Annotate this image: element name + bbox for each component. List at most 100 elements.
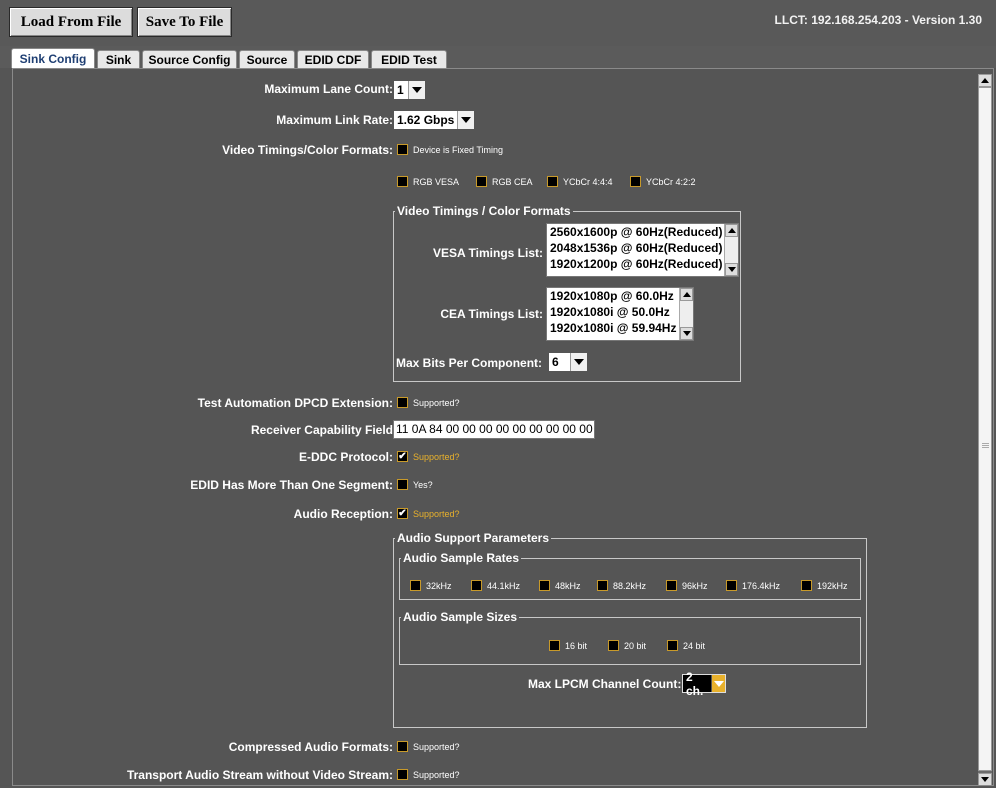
ycbcr-422-label: YCbCr 4:2:2 bbox=[646, 177, 696, 187]
rate-88khz-checkbox[interactable] bbox=[597, 580, 608, 591]
load-from-file-button[interactable]: Load From File bbox=[9, 7, 133, 37]
size-20bit-label: 20 bit bbox=[624, 641, 647, 651]
rate-96khz-label: 96kHz bbox=[682, 581, 708, 591]
audio-reception-checkbox[interactable]: ✔ bbox=[397, 508, 408, 519]
max-lane-count-label: Maximum Lane Count: bbox=[264, 82, 393, 96]
video-timings-group-legend: Video Timings / Color Formats bbox=[395, 204, 573, 218]
tab-sink[interactable]: Sink bbox=[97, 50, 140, 68]
compressed-audio-option: Supported? bbox=[413, 742, 460, 752]
rate-88khz-label: 88.2kHz bbox=[613, 581, 647, 591]
max-lane-count-value: 1 bbox=[397, 83, 404, 97]
cea-timings-list[interactable]: 1920x1080p @ 60.0Hz 1920x1080i @ 50.0Hz … bbox=[546, 287, 694, 341]
lpcm-channel-select[interactable]: 2 ch. bbox=[682, 670, 726, 698]
toolbar: Load From File Save To File LLCT: 192.16… bbox=[0, 0, 996, 46]
eddc-protocol-checkbox[interactable]: ✔ bbox=[397, 451, 408, 462]
eddc-protocol-option: Supported? bbox=[413, 452, 460, 462]
ycbcr-444-label: YCbCr 4:4:4 bbox=[563, 177, 613, 187]
scrollbar-thumb[interactable] bbox=[978, 87, 992, 771]
transport-audio-option: Supported? bbox=[413, 770, 460, 780]
rgb-cea-checkbox[interactable] bbox=[476, 176, 487, 187]
rate-32khz-checkbox[interactable] bbox=[410, 580, 421, 591]
rate-192khz-label: 192kHz bbox=[817, 581, 848, 591]
edid-segments-checkbox[interactable] bbox=[397, 479, 408, 490]
chevron-down-icon bbox=[408, 81, 425, 99]
audio-reception-option: Supported? bbox=[413, 509, 460, 519]
size-24bit-label: 24 bit bbox=[683, 641, 706, 651]
fixed-timing-checkbox[interactable] bbox=[397, 144, 408, 155]
test-automation-checkbox[interactable] bbox=[397, 397, 408, 408]
rate-32khz-label: 32kHz bbox=[426, 581, 452, 591]
tab-source[interactable]: Source bbox=[239, 50, 295, 68]
rgb-vesa-checkbox[interactable] bbox=[397, 176, 408, 187]
audio-support-legend: Audio Support Parameters bbox=[395, 531, 552, 545]
receiver-capability-field[interactable]: 11 0A 84 00 00 00 00 00 00 00 00 00 00 bbox=[393, 420, 595, 439]
test-automation-label: Test Automation DPCD Extension: bbox=[197, 396, 393, 410]
audio-sample-sizes-legend: Audio Sample Sizes bbox=[401, 610, 520, 624]
rate-48khz-checkbox[interactable] bbox=[539, 580, 550, 591]
chevron-down-icon bbox=[570, 353, 587, 371]
tab-edid-test[interactable]: EDID Test bbox=[371, 50, 447, 68]
scroll-down-icon[interactable] bbox=[725, 263, 738, 276]
sink-config-panel: Maximum Lane Count: 1 Maximum Link Rate:… bbox=[12, 68, 994, 786]
size-24bit-checkbox[interactable] bbox=[667, 640, 678, 651]
tab-edid-cdf[interactable]: EDID CDF bbox=[297, 50, 369, 68]
tab-sink-config[interactable]: Sink Config bbox=[11, 48, 95, 68]
scroll-up-icon[interactable] bbox=[680, 288, 693, 301]
rate-44khz-checkbox[interactable] bbox=[471, 580, 482, 591]
size-16bit-label: 16 bit bbox=[565, 641, 588, 651]
max-bits-select[interactable]: 6 bbox=[548, 352, 588, 372]
scrollbar[interactable] bbox=[679, 288, 693, 340]
scroll-up-icon[interactable] bbox=[978, 74, 992, 87]
tab-bar: Sink Config Sink Source Config Source ED… bbox=[0, 46, 996, 68]
max-link-rate-label: Maximum Link Rate: bbox=[276, 113, 393, 127]
transport-audio-label: Transport Audio Stream without Video Str… bbox=[126, 768, 393, 782]
edid-segments-label: EDID Has More Than One Segment: bbox=[190, 478, 393, 492]
save-to-file-button[interactable]: Save To File bbox=[137, 7, 232, 37]
list-item[interactable]: 1920x1080p @ 60.0Hz bbox=[547, 288, 693, 304]
max-link-rate-select[interactable]: 1.62 Gbps bbox=[393, 110, 475, 130]
scroll-down-icon[interactable] bbox=[978, 773, 992, 785]
rate-48khz-label: 48kHz bbox=[555, 581, 581, 591]
rate-96khz-checkbox[interactable] bbox=[666, 580, 677, 591]
rate-176khz-checkbox[interactable] bbox=[726, 580, 737, 591]
transport-audio-checkbox[interactable] bbox=[397, 769, 408, 780]
status-text: LLCT: 192.168.254.203 - Version 1.30 bbox=[774, 13, 982, 27]
vesa-timings-list[interactable]: 2560x1600p @ 60Hz(Reduced) 2048x1536p @ … bbox=[546, 223, 739, 277]
audio-reception-label: Audio Reception: bbox=[293, 507, 393, 521]
list-item[interactable]: 1920x1080i @ 50.0Hz bbox=[547, 304, 693, 320]
list-item[interactable]: 2048x1536p @ 60Hz(Reduced) bbox=[547, 240, 738, 256]
eddc-protocol-label: E-DDC Protocol: bbox=[299, 450, 393, 464]
compressed-audio-checkbox[interactable] bbox=[397, 741, 408, 752]
ycbcr-422-checkbox[interactable] bbox=[630, 176, 641, 187]
rate-176khz-label: 176.4kHz bbox=[742, 581, 781, 591]
max-lane-count-select[interactable]: 1 bbox=[393, 80, 426, 100]
rate-192khz-checkbox[interactable] bbox=[801, 580, 812, 591]
scroll-up-icon[interactable] bbox=[725, 224, 738, 237]
chevron-down-icon bbox=[711, 675, 725, 692]
receiver-capability-label: Receiver Capability Field bbox=[250, 423, 393, 437]
list-item[interactable]: 1920x1200p @ 60Hz(Reduced) bbox=[547, 256, 738, 272]
test-automation-option: Supported? bbox=[413, 398, 460, 408]
lpcm-channel-value: 2 ch. bbox=[686, 669, 704, 698]
list-item[interactable]: 2560x1600p @ 60Hz(Reduced) bbox=[547, 224, 738, 240]
rgb-cea-label: RGB CEA bbox=[492, 177, 533, 187]
edid-segments-option: Yes? bbox=[413, 480, 433, 490]
ycbcr-444-checkbox[interactable] bbox=[547, 176, 558, 187]
rgb-vesa-label: RGB VESA bbox=[413, 177, 460, 187]
size-16bit-checkbox[interactable] bbox=[549, 640, 560, 651]
size-20bit-checkbox[interactable] bbox=[608, 640, 619, 651]
scrollbar[interactable] bbox=[724, 224, 738, 276]
cea-timings-label: CEA Timings List: bbox=[440, 307, 543, 321]
compressed-audio-label: Compressed Audio Formats: bbox=[228, 740, 393, 754]
rate-44khz-label: 44.1kHz bbox=[487, 581, 521, 591]
scroll-down-icon[interactable] bbox=[680, 327, 693, 340]
vertical-scrollbar[interactable] bbox=[978, 74, 992, 785]
list-item[interactable]: 1920x1080i @ 59.94Hz bbox=[547, 320, 693, 336]
lpcm-channel-label: Max LPCM Channel Count: bbox=[528, 677, 682, 691]
fixed-timing-label: Device is Fixed Timing bbox=[413, 145, 504, 155]
max-link-rate-value: 1.62 Gbps bbox=[397, 113, 455, 127]
max-bits-value: 6 bbox=[552, 355, 559, 369]
tab-source-config[interactable]: Source Config bbox=[142, 50, 237, 68]
max-bits-label: Max Bits Per Component: bbox=[396, 356, 543, 370]
vesa-timings-label: VESA Timings List: bbox=[432, 246, 543, 260]
